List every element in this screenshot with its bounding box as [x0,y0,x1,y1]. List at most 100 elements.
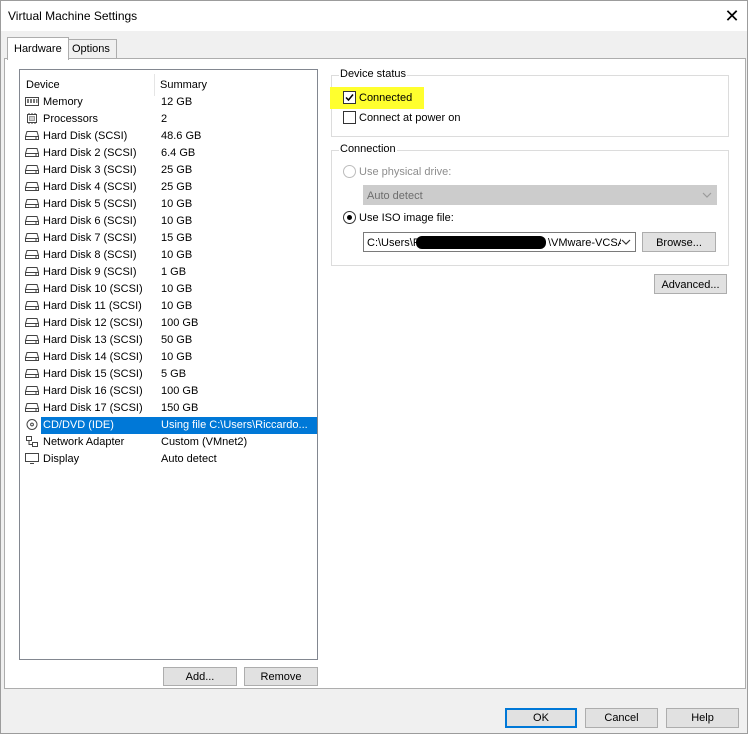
close-icon[interactable]: ✕ [721,5,743,27]
column-separator[interactable] [154,74,155,96]
connect-at-power-on-checkbox[interactable] [343,111,356,124]
device-name: Display [43,453,80,465]
device-status-title: Device status [339,68,408,80]
device-row[interactable]: Hard Disk 15 (SCSI) 5 GB [22,366,317,383]
device-row[interactable]: Hard Disk 13 (SCSI) 50 GB [22,332,317,349]
use-physical-drive-label[interactable]: Use physical drive: [359,165,451,179]
add-device-button[interactable]: Add... [163,667,237,686]
advanced-button[interactable]: Advanced... [654,274,727,294]
column-header-device[interactable]: Device [26,76,60,94]
hard-disk-icon [25,334,39,345]
device-list[interactable]: Device Summary Memory 12 GB Processors 2 Har… [19,69,318,660]
device-name: Hard Disk 8 (SCSI) [43,249,137,261]
iso-path-start: C:\Users\R [367,237,421,249]
iso-image-path-combo[interactable]: C:\Users\R \VMware-VCSA [363,232,636,252]
connection-group: Connection Use physical drive: Auto dete… [331,143,729,266]
device-row[interactable]: Hard Disk 9 (SCSI) 1 GB [22,264,317,281]
use-iso-image-radio[interactable] [343,211,356,224]
device-row[interactable]: Network Adapter Custom (VMnet2) [22,434,317,451]
hardware-tab-panel: Device Summary Memory 12 GB Processors 2 Har… [4,58,746,689]
connect-at-power-on-label[interactable]: Connect at power on [359,111,461,125]
hard-disk-icon [25,266,39,277]
physical-drive-select[interactable]: Auto detect [363,185,717,205]
chevron-down-icon [702,192,712,198]
device-summary: 6.4 GB [161,147,196,159]
device-name: Hard Disk (SCSI) [43,130,128,142]
hard-disk-icon [25,283,39,294]
device-row[interactable]: Hard Disk 17 (SCSI) 150 GB [22,400,317,417]
radio-selected-dot [347,215,352,220]
device-row[interactable]: Hard Disk 11 (SCSI) 10 GB [22,298,317,315]
iso-path-end: \VMware-VCSA [548,237,626,249]
connected-label[interactable]: Connected [359,91,412,105]
device-row[interactable]: Memory 12 GB [22,94,317,111]
device-row[interactable]: Hard Disk 4 (SCSI) 25 GB [22,179,317,196]
device-summary: Auto detect [161,453,217,465]
device-summary: 2 [161,113,168,125]
cancel-button[interactable]: Cancel [585,708,658,728]
device-row[interactable]: Hard Disk 16 (SCSI) 100 GB [22,383,317,400]
connection-title: Connection [339,143,397,155]
device-row[interactable]: Hard Disk 7 (SCSI) 15 GB [22,230,317,247]
device-name: Processors [43,113,99,125]
window-title: Virtual Machine Settings [8,9,138,23]
device-summary: 10 GB [161,249,193,261]
tab-hardware[interactable]: Hardware [7,37,69,60]
device-summary: 15 GB [161,232,193,244]
chevron-down-icon [621,233,631,251]
ok-button[interactable]: OK [505,708,577,728]
tab-options-label: Options [72,43,110,55]
device-summary: 48.6 GB [161,130,202,142]
device-name: Hard Disk 5 (SCSI) [43,198,137,210]
device-summary: 12 GB [161,96,193,108]
device-summary: 10 GB [161,198,193,210]
device-summary: 100 GB [161,317,199,329]
device-row[interactable]: Hard Disk 12 (SCSI) 100 GB [22,315,317,332]
device-row[interactable]: CD/DVD (IDE) Using file C:\Users\Riccardo… [22,417,317,434]
remove-device-button[interactable]: Remove [244,667,318,686]
device-row[interactable]: Hard Disk 10 (SCSI) 10 GB [22,281,317,298]
tab-options[interactable]: Options [65,39,117,58]
hard-disk-icon [25,164,39,175]
help-button[interactable]: Help [666,708,739,728]
hard-disk-icon [25,181,39,192]
device-summary: 25 GB [161,181,193,193]
device-row[interactable]: Hard Disk 2 (SCSI) 6.4 GB [22,145,317,162]
cd-dvd-icon [25,419,39,430]
hard-disk-icon [25,300,39,311]
device-summary: 50 GB [161,334,193,346]
connected-checkbox[interactable] [343,91,356,104]
device-summary: 10 GB [161,351,193,363]
device-name: Hard Disk 11 (SCSI) [43,300,142,312]
device-name: Hard Disk 3 (SCSI) [43,164,137,176]
use-iso-image-label[interactable]: Use ISO image file: [359,211,454,225]
hard-disk-icon [25,215,39,226]
hard-disk-icon [25,368,39,379]
device-summary: 1 GB [161,266,187,278]
device-row[interactable]: Display Auto detect [22,451,317,468]
memory-icon [25,96,39,107]
device-name: Hard Disk 14 (SCSI) [43,351,143,363]
device-rows: Memory 12 GB Processors 2 Hard Disk (SCSI) 48… [22,94,317,468]
hard-disk-icon [25,385,39,396]
device-row[interactable]: Hard Disk 14 (SCSI) 10 GB [22,349,317,366]
device-name: Hard Disk 13 (SCSI) [43,334,143,346]
device-row[interactable]: Processors 2 [22,111,317,128]
device-summary: 150 GB [161,402,199,414]
device-row[interactable]: Hard Disk 8 (SCSI) 10 GB [22,247,317,264]
device-name: Hard Disk 2 (SCSI) [43,147,137,159]
device-name: Hard Disk 17 (SCSI) [43,402,143,414]
device-summary: 10 GB [161,215,193,227]
device-name: Hard Disk 16 (SCSI) [43,385,143,397]
device-row[interactable]: Hard Disk (SCSI) 48.6 GB [22,128,317,145]
device-name: CD/DVD (IDE) [43,417,114,434]
column-header-summary[interactable]: Summary [160,76,207,94]
browse-button[interactable]: Browse... [642,232,716,252]
device-row[interactable]: Hard Disk 5 (SCSI) 10 GB [22,196,317,213]
device-name: Hard Disk 4 (SCSI) [43,181,137,193]
title-bar: Virtual Machine Settings ✕ [1,1,747,31]
device-row[interactable]: Hard Disk 3 (SCSI) 25 GB [22,162,317,179]
device-row[interactable]: Hard Disk 6 (SCSI) 10 GB [22,213,317,230]
vm-settings-window: Virtual Machine Settings ✕ Hardware Opti… [0,0,748,734]
use-physical-drive-radio[interactable] [343,165,356,178]
